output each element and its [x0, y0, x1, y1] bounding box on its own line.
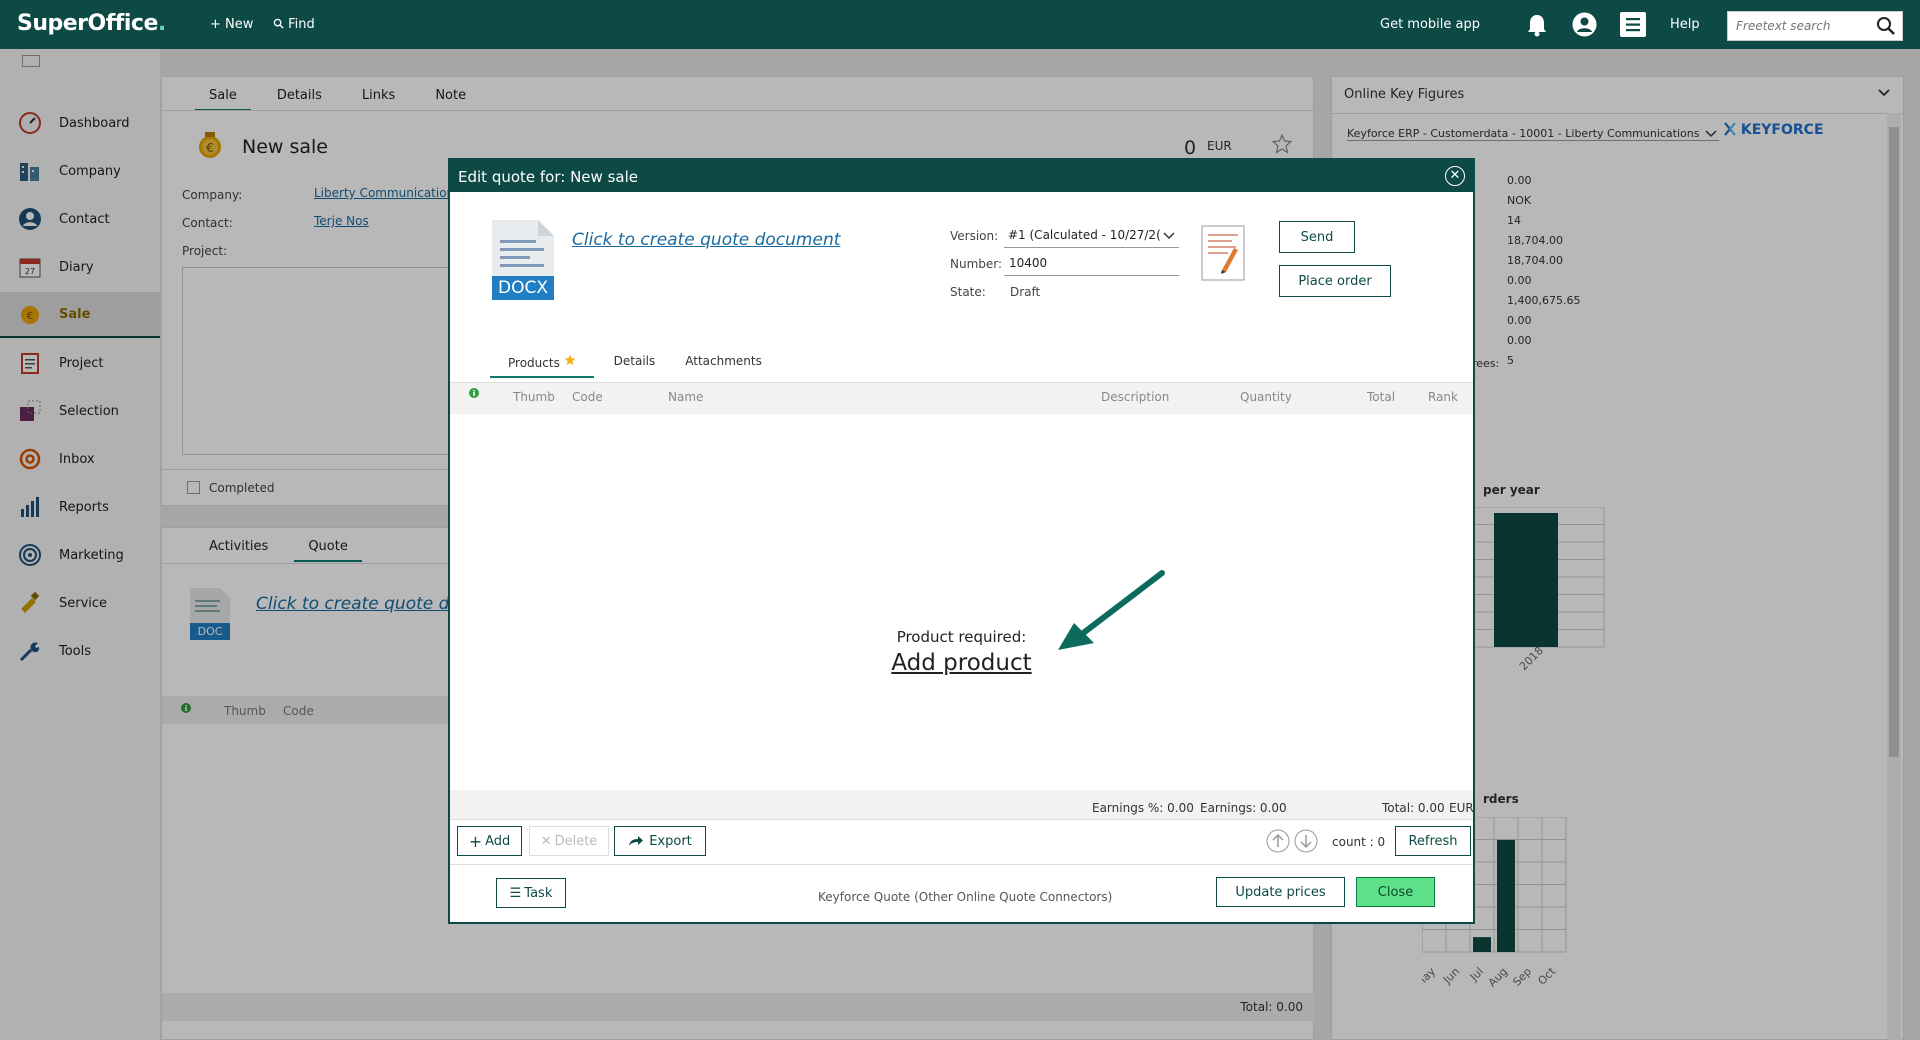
- docx-file-icon[interactable]: DOCX: [492, 220, 554, 304]
- move-up-icon[interactable]: [1266, 829, 1290, 857]
- export-button[interactable]: Export: [614, 826, 706, 856]
- tab-details[interactable]: Details: [594, 354, 676, 378]
- help-link[interactable]: Help: [1670, 17, 1700, 32]
- add-product-wrap: Add product: [450, 650, 1473, 676]
- menu-icon[interactable]: [1620, 12, 1646, 41]
- add-button[interactable]: + Add: [457, 826, 522, 856]
- place-order-button[interactable]: Place order: [1279, 265, 1391, 297]
- search-icon: [273, 18, 284, 29]
- earnings-pct: Earnings %: 0.00: [1092, 801, 1194, 815]
- total-value: Total: 0.00: [1382, 801, 1445, 815]
- connector-label: Keyforce Quote (Other Online Quote Conne…: [818, 890, 1113, 904]
- close-icon[interactable]: ✕: [1445, 166, 1465, 186]
- search-icon[interactable]: [1876, 16, 1896, 40]
- col-name[interactable]: Name: [668, 390, 703, 404]
- col-quantity[interactable]: Quantity: [1240, 390, 1292, 404]
- close-button[interactable]: Close: [1356, 877, 1435, 907]
- product-required-text: Product required:: [896, 628, 1027, 646]
- col-code[interactable]: Code: [572, 390, 603, 404]
- delete-button[interactable]: ✕ Delete: [529, 826, 609, 856]
- col-rank[interactable]: Rank: [1428, 390, 1458, 404]
- dialog-header: Edit quote for: New sale ✕: [450, 160, 1473, 192]
- quote-document-icon[interactable]: [1200, 224, 1246, 286]
- search-input[interactable]: [1728, 12, 1868, 40]
- app-logo[interactable]: SuperOffice.: [17, 11, 166, 36]
- update-prices-button[interactable]: Update prices: [1216, 877, 1345, 907]
- create-quote-document-link[interactable]: Click to create quote document: [572, 230, 840, 250]
- arrow-pointer-icon: [1050, 565, 1170, 659]
- notification-bell-icon[interactable]: [1526, 13, 1548, 41]
- user-avatar-icon[interactable]: [1572, 12, 1597, 41]
- version-label: Version:: [950, 229, 999, 243]
- send-button[interactable]: Send: [1279, 221, 1355, 253]
- export-icon: [629, 836, 644, 846]
- plus-icon: +: [468, 831, 483, 851]
- star-icon: [564, 354, 576, 366]
- number-input[interactable]: 10400: [1004, 254, 1179, 276]
- tab-attachments[interactable]: Attachments: [675, 354, 782, 378]
- quote-tabs: Products Details Attachments: [490, 354, 782, 378]
- find-button[interactable]: Find: [273, 17, 315, 32]
- number-label: Number:: [950, 257, 1003, 271]
- list-icon: ☰: [509, 885, 522, 901]
- chevron-down-icon: [1163, 232, 1175, 240]
- freetext-search: [1727, 11, 1903, 41]
- col-total[interactable]: Total: [1367, 390, 1395, 404]
- col-thumb[interactable]: Thumb: [513, 390, 555, 404]
- count-label: count : 0: [1332, 835, 1386, 849]
- get-mobile-app-link[interactable]: Get mobile app: [1380, 17, 1480, 32]
- totals-bar: [450, 790, 1473, 820]
- state-label: State:: [950, 285, 986, 299]
- task-button[interactable]: ☰ Task: [496, 878, 566, 908]
- x-icon: ✕: [540, 833, 552, 849]
- add-product-link[interactable]: Add product: [891, 650, 1031, 676]
- dialog-title: Edit quote for: New sale: [458, 168, 638, 186]
- new-button[interactable]: + New: [210, 17, 253, 32]
- col-description[interactable]: Description: [1101, 390, 1169, 404]
- edit-quote-dialog: Edit quote for: New sale ✕ DOCX Click to…: [448, 158, 1475, 924]
- move-down-icon[interactable]: [1294, 829, 1318, 857]
- earnings: Earnings: 0.00: [1200, 801, 1287, 815]
- total-currency: EUR: [1449, 801, 1474, 815]
- refresh-button[interactable]: Refresh: [1395, 826, 1471, 856]
- version-select[interactable]: #1 (Calculated - 10/27/2(: [1004, 226, 1179, 248]
- docx-badge: DOCX: [498, 278, 548, 298]
- state-value: Draft: [1010, 285, 1041, 299]
- info-icon: [469, 387, 479, 402]
- top-bar: SuperOffice. + New Find Get mobile app H…: [0, 0, 1920, 49]
- products-table-header: [450, 382, 1473, 414]
- tab-products[interactable]: Products: [490, 354, 594, 378]
